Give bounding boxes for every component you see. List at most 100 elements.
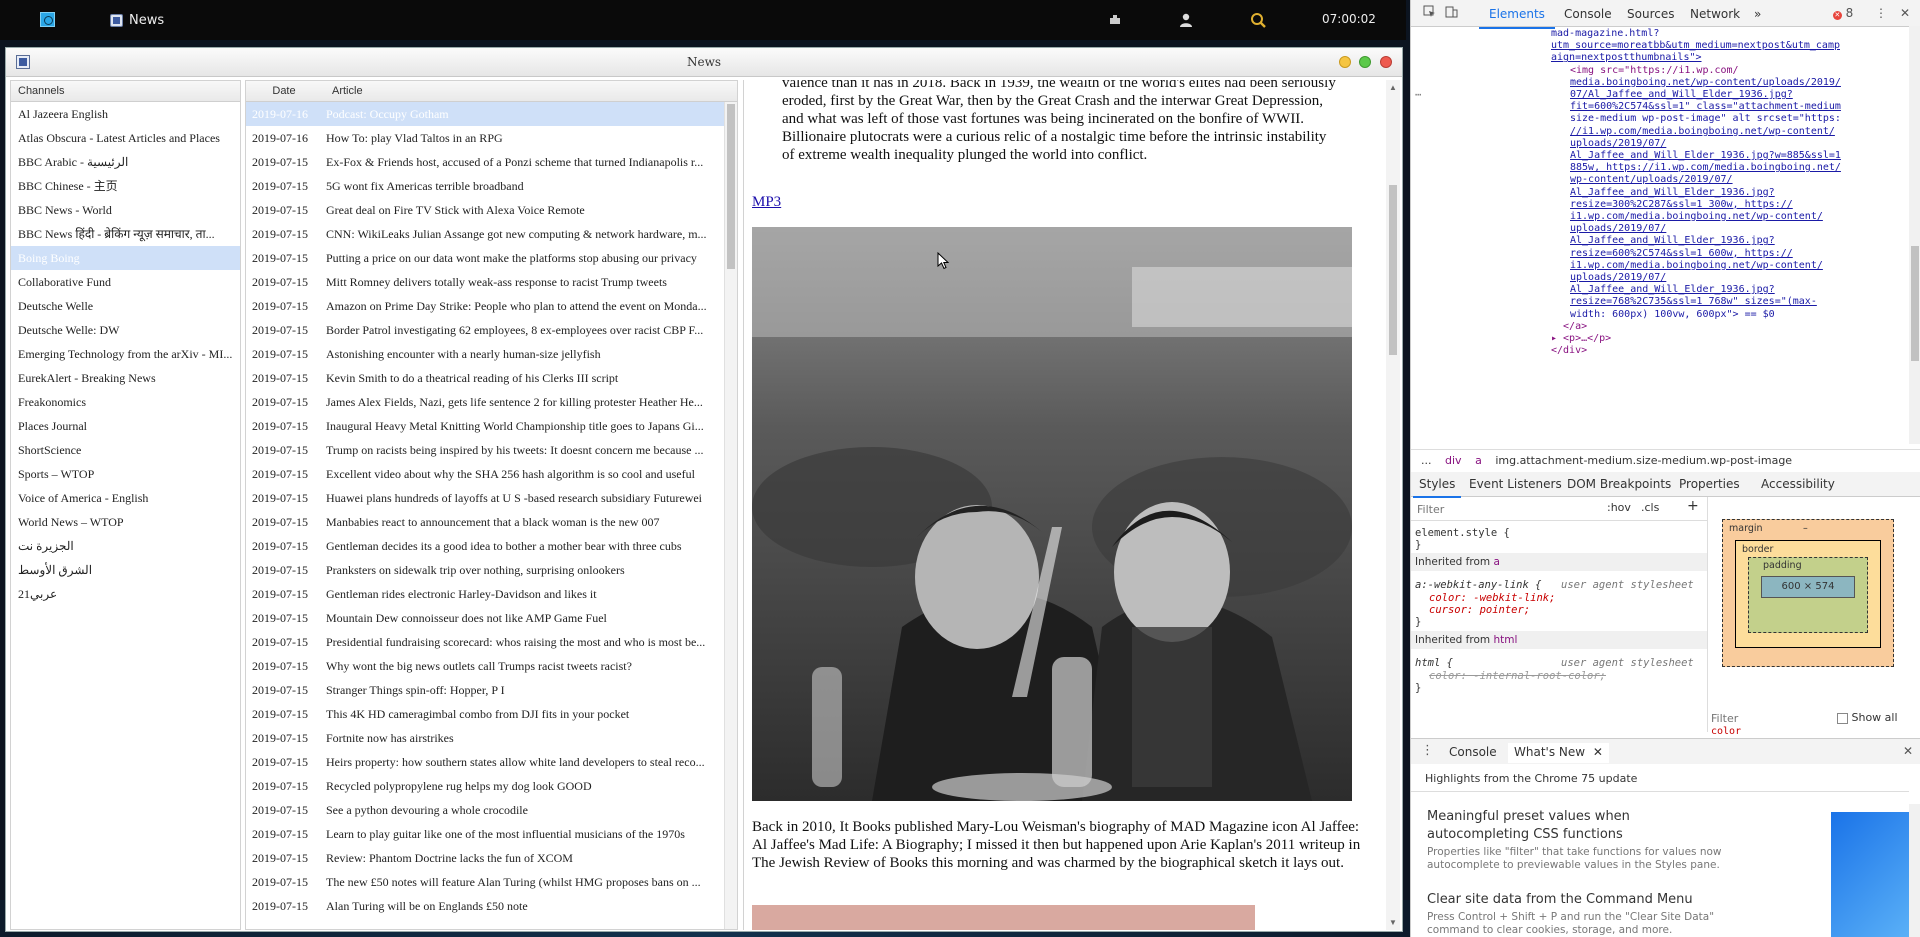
channel-item[interactable]: BBC News - World [11, 198, 240, 222]
styles-filter-input[interactable] [1415, 500, 1599, 518]
channel-item[interactable]: Al Jazeera English [11, 102, 240, 126]
whats-new-item-title[interactable]: Meaningful preset values when autocomple… [1427, 808, 1717, 844]
article-row[interactable]: 2019-07-15 Learn to play guitar like one … [246, 822, 724, 846]
article-row[interactable]: 2019-07-15 James Alex Fields, Nazi, gets … [246, 390, 724, 414]
close-devtools-icon[interactable]: ✕ [1897, 5, 1913, 21]
dom-scrollbar-thumb[interactable] [1911, 246, 1919, 361]
dom-node-line[interactable]: width: 600px) 100vw, 600px"> == $0 [1570, 309, 1775, 321]
channel-item[interactable]: Emerging Technology from the arXiv - MI.… [11, 342, 240, 366]
article-column-header[interactable]: Article [322, 85, 363, 97]
close-tab-icon[interactable]: ✕ [1593, 745, 1603, 759]
rule-a-prop-cursor[interactable]: cursor: pointer; [1429, 604, 1530, 616]
article-row[interactable]: 2019-07-15 Putting a price on our data wo… [246, 246, 724, 270]
dom-node-line[interactable]: utm_source=moreatbb&utm_medium=nextpost&… [1551, 40, 1840, 52]
reader-scrollbar[interactable]: ▲ ▼ [1386, 80, 1400, 930]
breadcrumb-div[interactable]: div [1445, 454, 1462, 467]
channel-item[interactable]: World News – WTOP [11, 510, 240, 534]
dom-node-line[interactable]: wp-content/uploads/2019/07/ [1570, 174, 1733, 186]
article-row[interactable]: 2019-07-15 Review: Phantom Doctrine lacks… [246, 846, 724, 870]
tab-console[interactable]: Console [1564, 7, 1612, 21]
element-style-rule[interactable]: element.style { [1415, 527, 1510, 539]
window-titlebar[interactable]: News [6, 48, 1402, 77]
computed-color-prop[interactable]: color [1711, 726, 1741, 737]
rule-html-selector[interactable]: html { [1415, 657, 1453, 669]
search-icon[interactable] [1249, 11, 1267, 29]
article-row[interactable]: 2019-07-15 The new £50 notes will feature… [246, 870, 724, 894]
taskbar-window-button[interactable]: News [110, 9, 164, 31]
channel-item[interactable]: ShortScience [11, 438, 240, 462]
tab-elements[interactable]: Elements [1479, 7, 1555, 29]
channel-item[interactable]: Voice of America - English [11, 486, 240, 510]
box-model-border[interactable]: border padding 600 × 574 [1735, 540, 1881, 648]
article-row[interactable]: 2019-07-15 CNN: WikiLeaks Julian Assange … [246, 222, 724, 246]
articles-scrollbar-thumb[interactable] [727, 104, 735, 269]
dom-node-line[interactable]: size-medium wp-post-image" alt srcset="h… [1570, 113, 1841, 125]
cls-toggle[interactable]: .cls [1641, 502, 1659, 514]
article-row[interactable]: 2019-07-15 Astonishing encounter with a n… [246, 342, 724, 366]
article-row[interactable]: 2019-07-15 Gentleman decides its a good i… [246, 534, 724, 558]
drawer-scrollbar[interactable] [1909, 804, 1920, 937]
close-drawer-icon[interactable]: ✕ [1903, 744, 1913, 758]
dom-node-line[interactable]: resize=768%2C735&ssl=1 768w" sizes="(max… [1570, 296, 1817, 308]
article-row[interactable]: 2019-07-15 See a python devouring a whole… [246, 798, 724, 822]
checkbox-box[interactable] [1837, 712, 1848, 724]
more-options-icon[interactable]: ⋮ [1873, 5, 1889, 21]
article-row[interactable]: 2019-07-16 Podcast: Occupy Gotham [246, 102, 724, 126]
box-model-padding[interactable]: padding 600 × 574 [1748, 557, 1868, 633]
inherited-html-tag[interactable]: html [1493, 634, 1517, 646]
close-button[interactable] [1380, 56, 1392, 68]
breadcrumb-a[interactable]: a [1475, 454, 1482, 467]
drawer-tab-whats-new[interactable]: What's New ✕ [1508, 743, 1609, 763]
tab-event-listeners[interactable]: Event Listeners [1469, 477, 1562, 491]
tab-properties[interactable]: Properties [1679, 477, 1740, 491]
article-row[interactable]: 2019-07-15 Stranger Things spin-off: Hopp… [246, 678, 724, 702]
article-row[interactable]: 2019-07-15 Kevin Smith to do a theatrical… [246, 366, 724, 390]
rule-html-prop-color[interactable]: color: -internal-root-color; [1429, 670, 1606, 682]
minimize-button[interactable] [1339, 56, 1351, 68]
inspect-element-icon[interactable] [1421, 5, 1437, 21]
whats-new-item-title-2[interactable]: Clear site data from the Command Menu [1427, 891, 1717, 909]
dom-node-line[interactable]: resize=600%2C574&ssl=1 600w, https:// [1570, 248, 1793, 260]
tab-network[interactable]: Network [1690, 7, 1740, 21]
channel-item[interactable]: الجزيرة نت [11, 534, 240, 558]
article-row[interactable]: 2019-07-15 Heirs property: how southern s… [246, 750, 724, 774]
channel-item[interactable]: BBC News हिंदी - ब्रेकिंग न्यूज़ समाचार,… [11, 222, 240, 246]
tab-sources[interactable]: Sources [1627, 7, 1674, 21]
article-row[interactable]: 2019-07-15 Trump on racists being inspire… [246, 438, 724, 462]
article-row[interactable]: 2019-07-15 This 4K HD cameragimbal combo … [246, 702, 724, 726]
new-style-rule-button[interactable]: + [1687, 499, 1699, 513]
more-tabs-icon[interactable]: » [1754, 7, 1761, 21]
channel-item[interactable]: Sports – WTOP [11, 462, 240, 486]
dom-node-line[interactable]: </div> [1551, 345, 1587, 357]
start-menu-icon[interactable] [40, 12, 55, 27]
article-row[interactable]: 2019-07-15 Recycled polypropylene rug hel… [246, 774, 724, 798]
channel-item[interactable]: عربي21 [11, 582, 240, 606]
article-row[interactable]: 2019-07-15 Presidential fundraising score… [246, 630, 724, 654]
article-row[interactable]: 2019-07-15 Inaugural Heavy Metal Knitting… [246, 414, 724, 438]
article-row[interactable]: 2019-07-15 Fortnite now has airstrikes [246, 726, 724, 750]
box-model-margin[interactable]: margin – border padding 600 × 574 [1722, 519, 1894, 667]
article-row[interactable]: 2019-07-15 Mountain Dew connoisseur does … [246, 606, 724, 630]
dom-node-line[interactable]: 885w, https://i1.wp.com/media.boingboing… [1570, 162, 1841, 174]
dom-node-line[interactable]: resize=300%2C287&ssl=1 300w, https:// [1570, 199, 1793, 211]
inherited-a-tag[interactable]: a [1493, 556, 1499, 568]
mp3-link[interactable]: MP3 [752, 193, 781, 211]
dom-node-line[interactable]: <img src="https://i1.wp.com/ [1570, 65, 1739, 77]
dom-node-line[interactable]: //i1.wp.com/media.boingboing.net/wp-cont… [1570, 126, 1835, 138]
error-count-badge[interactable]: ✕ 8 [1829, 5, 1857, 21]
breadcrumb-more[interactable]: ... [1421, 454, 1432, 467]
drawer-tab-console[interactable]: Console [1449, 745, 1497, 759]
dom-node-line[interactable]: uploads/2019/07/ [1570, 272, 1666, 284]
channel-item[interactable]: EurekAlert - Breaking News [11, 366, 240, 390]
channel-item[interactable]: Freakonomics [11, 390, 240, 414]
channel-item[interactable]: Deutsche Welle: DW [11, 318, 240, 342]
dom-ellipsis-icon[interactable]: ⋯ [1415, 88, 1421, 103]
date-column-header[interactable]: Date [246, 85, 322, 97]
user-icon[interactable] [1177, 11, 1195, 29]
channels-header[interactable]: Channels [11, 81, 240, 102]
show-all-checkbox[interactable]: Show all [1837, 711, 1898, 724]
articles-scrollbar[interactable] [724, 102, 737, 929]
article-row[interactable]: 2019-07-15 Excellent video about why the … [246, 462, 724, 486]
article-row[interactable]: 2019-07-15 Ex-Fox & Friends host, accused… [246, 150, 724, 174]
maximize-button[interactable] [1359, 56, 1371, 68]
